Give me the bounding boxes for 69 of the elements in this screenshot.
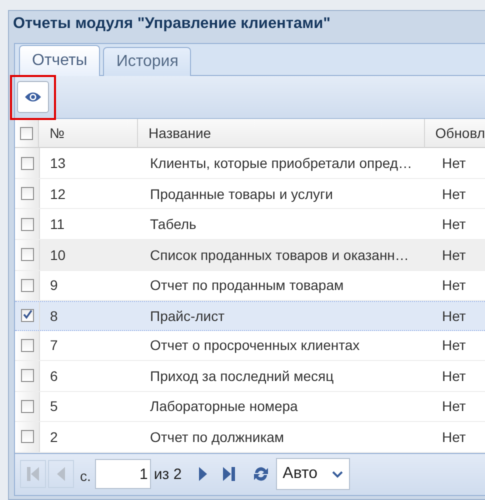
table-row[interactable]: 10 Список проданных товаров и оказанн… Нет bbox=[15, 240, 485, 271]
table-cell-text: Табель bbox=[149, 215, 198, 234]
table-cell-text: 7 bbox=[49, 336, 59, 356]
eye-icon bbox=[24, 90, 42, 103]
table-cell-text: Отчет по проданным товарам bbox=[149, 276, 345, 296]
table-cell-text: Приход за последний месяц bbox=[149, 366, 335, 386]
table-row[interactable]: 9 Отчет по проданным товарам Нет bbox=[15, 270, 485, 302]
table-cell-text: Список проданных товаров и оказанн… bbox=[149, 246, 410, 265]
table-cell-text: Нет bbox=[441, 397, 467, 416]
table-cell-text: Нет bbox=[441, 276, 467, 296]
first-page-icon bbox=[26, 466, 40, 482]
table-cell-text: Нет bbox=[441, 184, 467, 204]
view-button[interactable] bbox=[17, 80, 49, 113]
column-header[interactable]: Название bbox=[138, 118, 426, 148]
table-cell-text: Отчет о просроченных клиентах bbox=[149, 336, 361, 356]
checkbox[interactable] bbox=[20, 187, 34, 200]
next-page-icon bbox=[198, 466, 208, 482]
refresh-icon bbox=[252, 465, 270, 484]
table-cell-text: 10 bbox=[49, 246, 67, 265]
table-cell-text: Нет bbox=[441, 428, 467, 447]
checkbox[interactable] bbox=[20, 156, 34, 170]
chevron-down-icon bbox=[332, 470, 343, 478]
tab[interactable]: Отчеты bbox=[19, 44, 100, 76]
table-cell-text: Клиенты, которые приобретали опред… bbox=[149, 154, 414, 174]
table-cell-text: 6 bbox=[49, 366, 59, 386]
table-row[interactable]: 12 Проданные товары и услуги Нет bbox=[15, 178, 485, 210]
checkbox[interactable] bbox=[20, 309, 34, 322]
table-cell-text: Лабораторные номера bbox=[149, 397, 299, 416]
table-cell-text: 11 bbox=[49, 215, 66, 234]
table-cell-text: Отчет по должникам bbox=[149, 428, 286, 447]
column-header[interactable]: № bbox=[39, 118, 138, 148]
checkbox[interactable] bbox=[20, 248, 34, 262]
table-row[interactable]: 11 Табель Нет bbox=[15, 209, 485, 240]
checkbox[interactable] bbox=[20, 430, 34, 444]
table-row[interactable]: 13 Клиенты, которые приобретали опред… Нет bbox=[15, 148, 485, 179]
table-cell-text: 2 bbox=[49, 428, 59, 447]
checkbox[interactable] bbox=[20, 338, 34, 352]
table-cell-text: 13 bbox=[49, 154, 67, 174]
table-cell-text: Проданные товары и услуги bbox=[149, 184, 334, 204]
column-header[interactable]: Обновл bbox=[425, 118, 485, 148]
table-cell-text: Нет bbox=[441, 306, 467, 326]
checkbox[interactable] bbox=[20, 218, 34, 231]
page-field[interactable]: 1 bbox=[94, 459, 151, 490]
checkbox[interactable] bbox=[20, 400, 34, 413]
table-cell-text: Нет bbox=[441, 154, 467, 174]
window-title: Отчеты модуля "Управление клиентами" bbox=[12, 14, 332, 34]
table-cell-text: Нет bbox=[441, 366, 467, 386]
checkbox[interactable] bbox=[20, 278, 34, 292]
table-cell-text: Нет bbox=[441, 215, 467, 234]
checkbox[interactable] bbox=[20, 126, 34, 140]
previous-page-icon bbox=[56, 466, 66, 482]
table-cell-text: Нет bbox=[441, 336, 467, 356]
page-size-dropdown[interactable]: Авто bbox=[276, 458, 350, 490]
table-cell-text: Прайс-лист bbox=[149, 306, 226, 326]
table-row[interactable]: 6 Приход за последний месяц Нет bbox=[15, 361, 485, 392]
table-row[interactable]: 8 Прайс-лист Нет bbox=[15, 301, 485, 331]
page-label: с. bbox=[80, 467, 91, 484]
table-cell-text: 9 bbox=[49, 276, 59, 296]
table-row[interactable]: 7 Отчет о просроченных клиентах Нет bbox=[15, 330, 485, 362]
table-cell-text: 12 bbox=[49, 184, 67, 204]
table-cell-text: Нет bbox=[441, 246, 467, 265]
last-page-icon bbox=[222, 466, 236, 482]
table-cell-text: 8 bbox=[49, 306, 59, 326]
table-row[interactable]: 2 Отчет по должникам Нет bbox=[15, 422, 485, 453]
checkbox[interactable] bbox=[20, 369, 34, 382]
table-row[interactable]: 5 Лабораторные номера Нет bbox=[15, 392, 485, 422]
table-cell-text: 5 bbox=[49, 397, 59, 416]
tab[interactable]: История bbox=[103, 46, 192, 76]
page-total: из 2 bbox=[154, 466, 182, 483]
